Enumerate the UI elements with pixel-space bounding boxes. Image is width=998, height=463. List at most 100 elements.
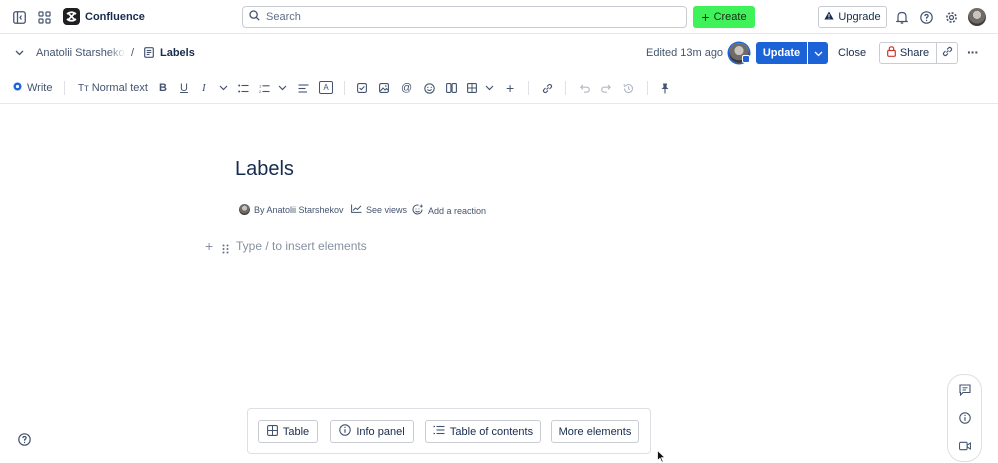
drag-handle-icon[interactable] xyxy=(222,241,229,259)
pin-toolbar-icon[interactable] xyxy=(661,81,669,95)
app-name: Confluence xyxy=(85,10,145,23)
toolbar-divider xyxy=(344,81,345,95)
emoji-icon[interactable] xyxy=(424,81,435,95)
chevron-down-icon xyxy=(814,44,823,62)
copy-link-button[interactable] xyxy=(937,42,958,64)
confluence-logo[interactable]: Confluence xyxy=(63,8,145,25)
help-icon[interactable] xyxy=(919,10,933,24)
layout-icon[interactable] xyxy=(446,81,457,95)
author-avatar xyxy=(239,204,250,215)
see-views-label: See views xyxy=(366,204,408,215)
insert-plus-icon[interactable]: + xyxy=(506,80,514,96)
lock-icon xyxy=(886,46,896,60)
bold-button[interactable]: B xyxy=(159,81,167,95)
add-reaction-label: Add a reaction xyxy=(428,206,487,216)
app-switcher-icon[interactable] xyxy=(37,10,51,24)
page-icon xyxy=(143,47,154,58)
sidebar-toggle-icon[interactable] xyxy=(12,10,26,24)
insert-table-button[interactable]: Table xyxy=(258,420,318,443)
video-icon[interactable] xyxy=(959,440,971,452)
align-icon[interactable] xyxy=(298,81,309,95)
search-input[interactable] xyxy=(266,11,666,23)
top-navigation-bar: Confluence + Create Upgrade xyxy=(0,0,998,34)
upgrade-button[interactable]: Upgrade xyxy=(818,6,887,28)
checkbox-icon[interactable] xyxy=(357,81,367,95)
breadcrumb-space[interactable]: Anatolii Starshekov xyxy=(36,47,126,59)
underline-button[interactable]: U xyxy=(180,81,188,95)
bullet-list-icon[interactable] xyxy=(238,81,249,95)
help-icon[interactable] xyxy=(18,433,31,446)
table-options-chevron-icon[interactable] xyxy=(485,81,494,95)
info-icon[interactable] xyxy=(959,412,971,424)
add-reaction-button[interactable]: Add a reaction xyxy=(412,204,486,218)
history-icon[interactable] xyxy=(623,81,634,95)
more-actions-button[interactable]: ··· xyxy=(967,44,979,60)
svg-text:1: 1 xyxy=(259,84,262,89)
table-icon xyxy=(266,424,278,439)
write-mode-button[interactable]: Write xyxy=(13,81,52,95)
see-views-button[interactable]: See views xyxy=(351,204,407,215)
search-box[interactable] xyxy=(242,6,687,28)
mouse-cursor-icon xyxy=(657,449,666,463)
comment-icon[interactable] xyxy=(959,384,971,396)
italic-button[interactable]: I xyxy=(202,81,206,95)
more-elements-button[interactable]: More elements xyxy=(551,420,639,443)
breadcrumb-page[interactable]: Labels xyxy=(160,47,195,59)
text-style-dropdown[interactable]: Tт Normal text xyxy=(78,81,148,95)
insert-info-panel-label: Info panel xyxy=(356,425,405,438)
link-icon[interactable] xyxy=(542,81,553,95)
confluence-logo-icon xyxy=(63,8,80,25)
search-icon xyxy=(249,8,260,26)
list-options-chevron-icon[interactable] xyxy=(278,81,287,95)
text-style-icon: Tт xyxy=(78,82,89,94)
collaborator-badge xyxy=(742,55,750,63)
page-title[interactable]: Labels xyxy=(235,158,294,181)
toolbar-divider xyxy=(647,81,648,95)
create-label: Create xyxy=(713,11,747,23)
link-icon xyxy=(942,44,953,62)
write-mode-icon xyxy=(13,82,22,94)
add-reaction-icon xyxy=(412,204,424,218)
numbered-list-icon[interactable]: 12 xyxy=(259,81,270,95)
editor-placeholder[interactable]: Type / to insert elements xyxy=(236,239,367,253)
insert-info-panel-button[interactable]: Info panel xyxy=(330,420,414,443)
breadcrumb-separator: / xyxy=(131,47,135,59)
page-header-bar: Anatolii Starshekov / Labels Edited 13m … xyxy=(0,34,998,72)
context-side-panel xyxy=(947,374,982,462)
warning-icon xyxy=(824,11,834,23)
share-button[interactable]: Share xyxy=(879,42,937,64)
plus-icon: + xyxy=(701,9,710,25)
share-label: Share xyxy=(899,47,930,59)
gear-icon[interactable] xyxy=(944,10,958,24)
close-button[interactable]: Close xyxy=(838,47,866,59)
write-mode-label: Write xyxy=(27,82,53,94)
quick-insert-bar: Table Info panel Table of contents More … xyxy=(247,408,651,454)
author-byline[interactable]: By Anatolii Starshekov xyxy=(239,204,344,215)
chevron-down-icon[interactable] xyxy=(14,48,24,58)
insert-table-label: Table xyxy=(282,425,310,438)
redo-icon[interactable] xyxy=(601,81,611,95)
create-button[interactable]: + Create xyxy=(693,6,755,28)
user-avatar[interactable] xyxy=(968,8,986,26)
analytics-icon xyxy=(351,204,362,215)
text-color-button[interactable]: A xyxy=(319,81,333,94)
more-elements-label: More elements xyxy=(558,425,632,438)
undo-icon[interactable] xyxy=(580,81,590,95)
toolbar-divider xyxy=(64,81,65,95)
upgrade-label: Upgrade xyxy=(838,11,881,23)
insert-block-plus-icon[interactable]: + xyxy=(205,238,213,254)
bell-icon[interactable] xyxy=(895,10,909,24)
image-icon[interactable] xyxy=(379,81,389,95)
update-button[interactable]: Update xyxy=(756,42,807,64)
svg-text:2: 2 xyxy=(259,89,262,93)
mention-icon[interactable]: @ xyxy=(401,81,412,95)
info-icon xyxy=(339,424,352,439)
insert-table-of-contents-button[interactable]: Table of contents xyxy=(425,420,541,443)
edited-timestamp: Edited 13m ago xyxy=(646,47,724,59)
text-style-label: Normal text xyxy=(91,82,148,94)
update-options-button[interactable] xyxy=(808,42,828,64)
insert-table-of-contents-label: Table of contents xyxy=(449,425,534,438)
toolbar-divider xyxy=(528,81,529,95)
table-icon[interactable] xyxy=(467,81,477,95)
more-formatting-chevron-icon[interactable] xyxy=(219,81,228,95)
